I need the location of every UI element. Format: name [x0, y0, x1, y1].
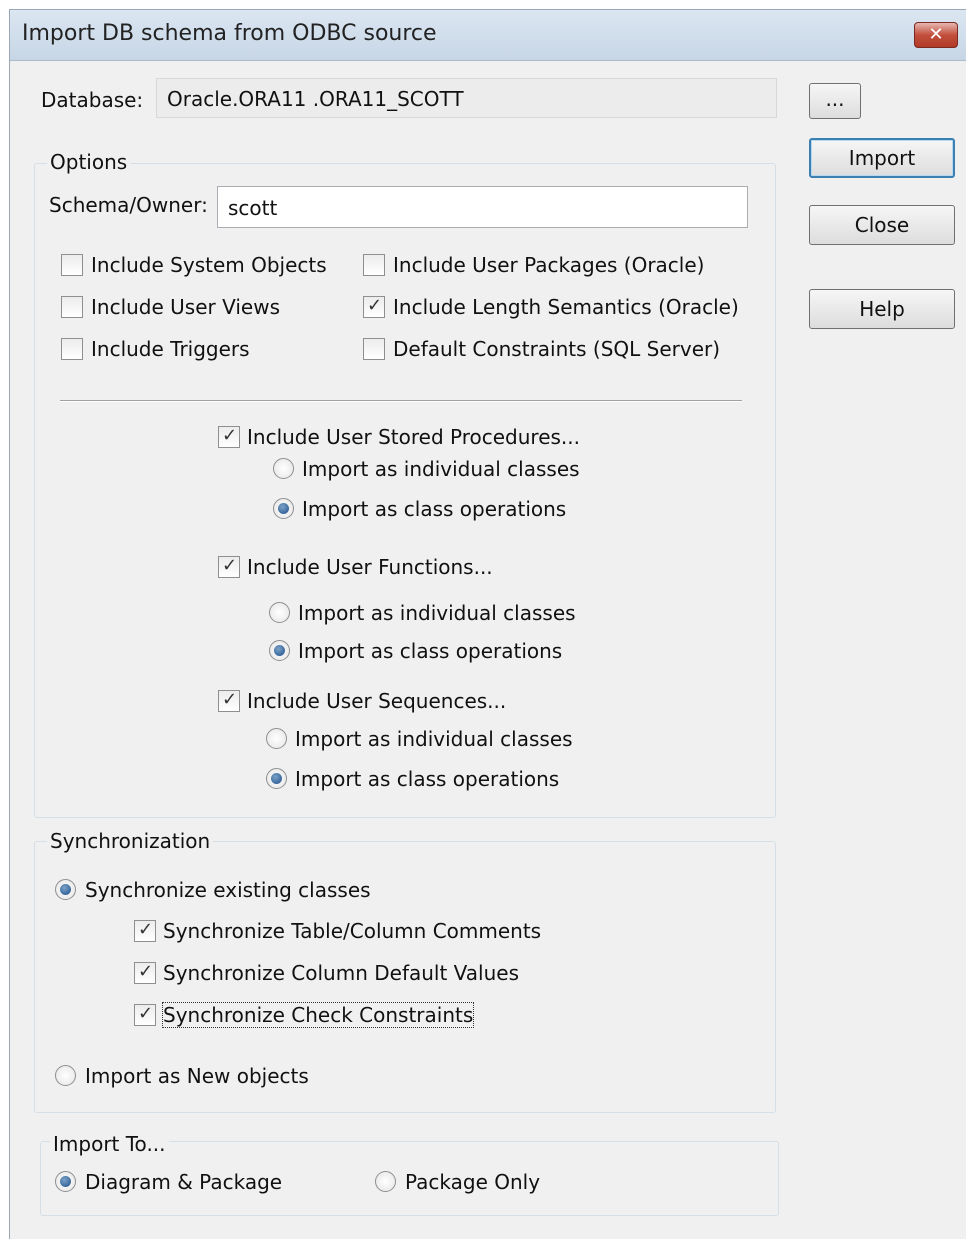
close-icon: ✕ [928, 24, 944, 45]
include-stored-procedures-label: Include User Stored Procedures... [247, 425, 580, 449]
radio-selected-dot [274, 645, 285, 656]
schema-owner-value: scott [228, 196, 278, 220]
synchronization-group-label: Synchronization [47, 829, 214, 853]
import-dialog: Import DB schema from ODBC source ✕ Data… [9, 9, 966, 1239]
include-triggers-checkbox[interactable] [61, 338, 83, 360]
schema-owner-label: Schema/Owner: [49, 193, 208, 217]
include-length-semantics-checkbox[interactable]: ✓ [363, 295, 385, 318]
options-group-label: Options [47, 150, 131, 174]
sync-comments-label: Synchronize Table/Column Comments [163, 919, 542, 943]
sequences-class-operations-label: Import as class operations [295, 767, 560, 791]
include-triggers-label: Include Triggers [91, 337, 250, 361]
import-as-new-radio[interactable] [55, 1065, 76, 1086]
dialog-title: Import DB schema from ODBC source [22, 21, 437, 46]
include-user-packages-checkbox[interactable] [363, 254, 385, 276]
sync-check-constraints-label: Synchronize Check Constraints [161, 1002, 475, 1028]
database-value: Oracle.ORA11 .ORA11_SCOTT [167, 87, 464, 111]
help-button[interactable]: Help [809, 289, 955, 329]
schema-owner-input[interactable]: scott [217, 186, 748, 228]
include-system-objects-checkbox[interactable] [61, 254, 83, 276]
close-button-label: Close [854, 213, 910, 237]
default-constraints-checkbox[interactable] [363, 338, 385, 360]
include-user-functions-label: Include User Functions... [247, 555, 493, 579]
sequences-class-operations-radio[interactable] [266, 768, 287, 789]
check-icon: ✓ [367, 295, 383, 316]
radio-selected-dot [271, 773, 282, 784]
procedures-class-operations-label: Import as class operations [302, 497, 567, 521]
sync-check-constraints-checkbox[interactable]: ✓ [134, 1003, 156, 1026]
include-user-functions-checkbox[interactable]: ✓ [218, 555, 240, 578]
include-user-views-label: Include User Views [91, 295, 280, 319]
synchronize-existing-label: Synchronize existing classes [85, 878, 371, 902]
check-icon: ✓ [222, 555, 238, 576]
browse-button[interactable]: ... [809, 83, 861, 119]
options-separator [60, 400, 742, 402]
radio-selected-dot [60, 1176, 71, 1187]
procedures-class-operations-radio[interactable] [273, 498, 294, 519]
functions-class-operations-label: Import as class operations [298, 639, 563, 663]
package-only-radio[interactable] [375, 1171, 396, 1192]
procedures-individual-classes-radio[interactable] [273, 458, 294, 479]
check-icon: ✓ [138, 919, 154, 940]
sequences-individual-classes-label: Import as individual classes [295, 727, 573, 751]
check-icon: ✓ [222, 689, 238, 710]
include-system-objects-label: Include System Objects [91, 253, 327, 277]
functions-class-operations-radio[interactable] [269, 640, 290, 661]
include-user-packages-label: Include User Packages (Oracle) [393, 253, 705, 277]
browse-button-label: ... [825, 87, 845, 111]
include-user-sequences-checkbox[interactable]: ✓ [218, 689, 240, 712]
database-field: Oracle.ORA11 .ORA11_SCOTT [156, 78, 777, 118]
sync-default-values-label: Synchronize Column Default Values [163, 961, 520, 985]
sequences-individual-classes-radio[interactable] [266, 728, 287, 749]
radio-selected-dot [60, 884, 71, 895]
check-icon: ✓ [138, 1003, 154, 1024]
diagram-package-label: Diagram & Package [85, 1170, 283, 1194]
database-label: Database: [41, 88, 144, 112]
close-button[interactable]: Close [809, 205, 955, 245]
include-length-semantics-label: Include Length Semantics (Oracle) [393, 295, 739, 319]
check-icon: ✓ [222, 425, 238, 446]
radio-selected-dot [278, 503, 289, 514]
include-user-sequences-label: Include User Sequences... [247, 689, 507, 713]
functions-individual-classes-radio[interactable] [269, 602, 290, 623]
sync-default-values-checkbox[interactable]: ✓ [134, 961, 156, 984]
procedures-individual-classes-label: Import as individual classes [302, 457, 580, 481]
title-bar: Import DB schema from ODBC source ✕ [10, 10, 966, 61]
default-constraints-label: Default Constraints (SQL Server) [393, 337, 721, 361]
help-button-label: Help [859, 297, 905, 321]
include-stored-procedures-checkbox[interactable]: ✓ [218, 425, 240, 448]
import-to-group-label: Import To... [50, 1132, 169, 1156]
import-button-label: Import [848, 146, 916, 170]
close-window-button[interactable]: ✕ [914, 22, 958, 48]
import-as-new-label: Import as New objects [85, 1064, 309, 1088]
check-icon: ✓ [138, 961, 154, 982]
import-button[interactable]: Import [809, 138, 955, 178]
synchronize-existing-radio[interactable] [55, 879, 76, 900]
include-user-views-checkbox[interactable] [61, 296, 83, 318]
package-only-label: Package Only [405, 1170, 541, 1194]
diagram-package-radio[interactable] [55, 1171, 76, 1192]
functions-individual-classes-label: Import as individual classes [298, 601, 576, 625]
sync-comments-checkbox[interactable]: ✓ [134, 919, 156, 942]
